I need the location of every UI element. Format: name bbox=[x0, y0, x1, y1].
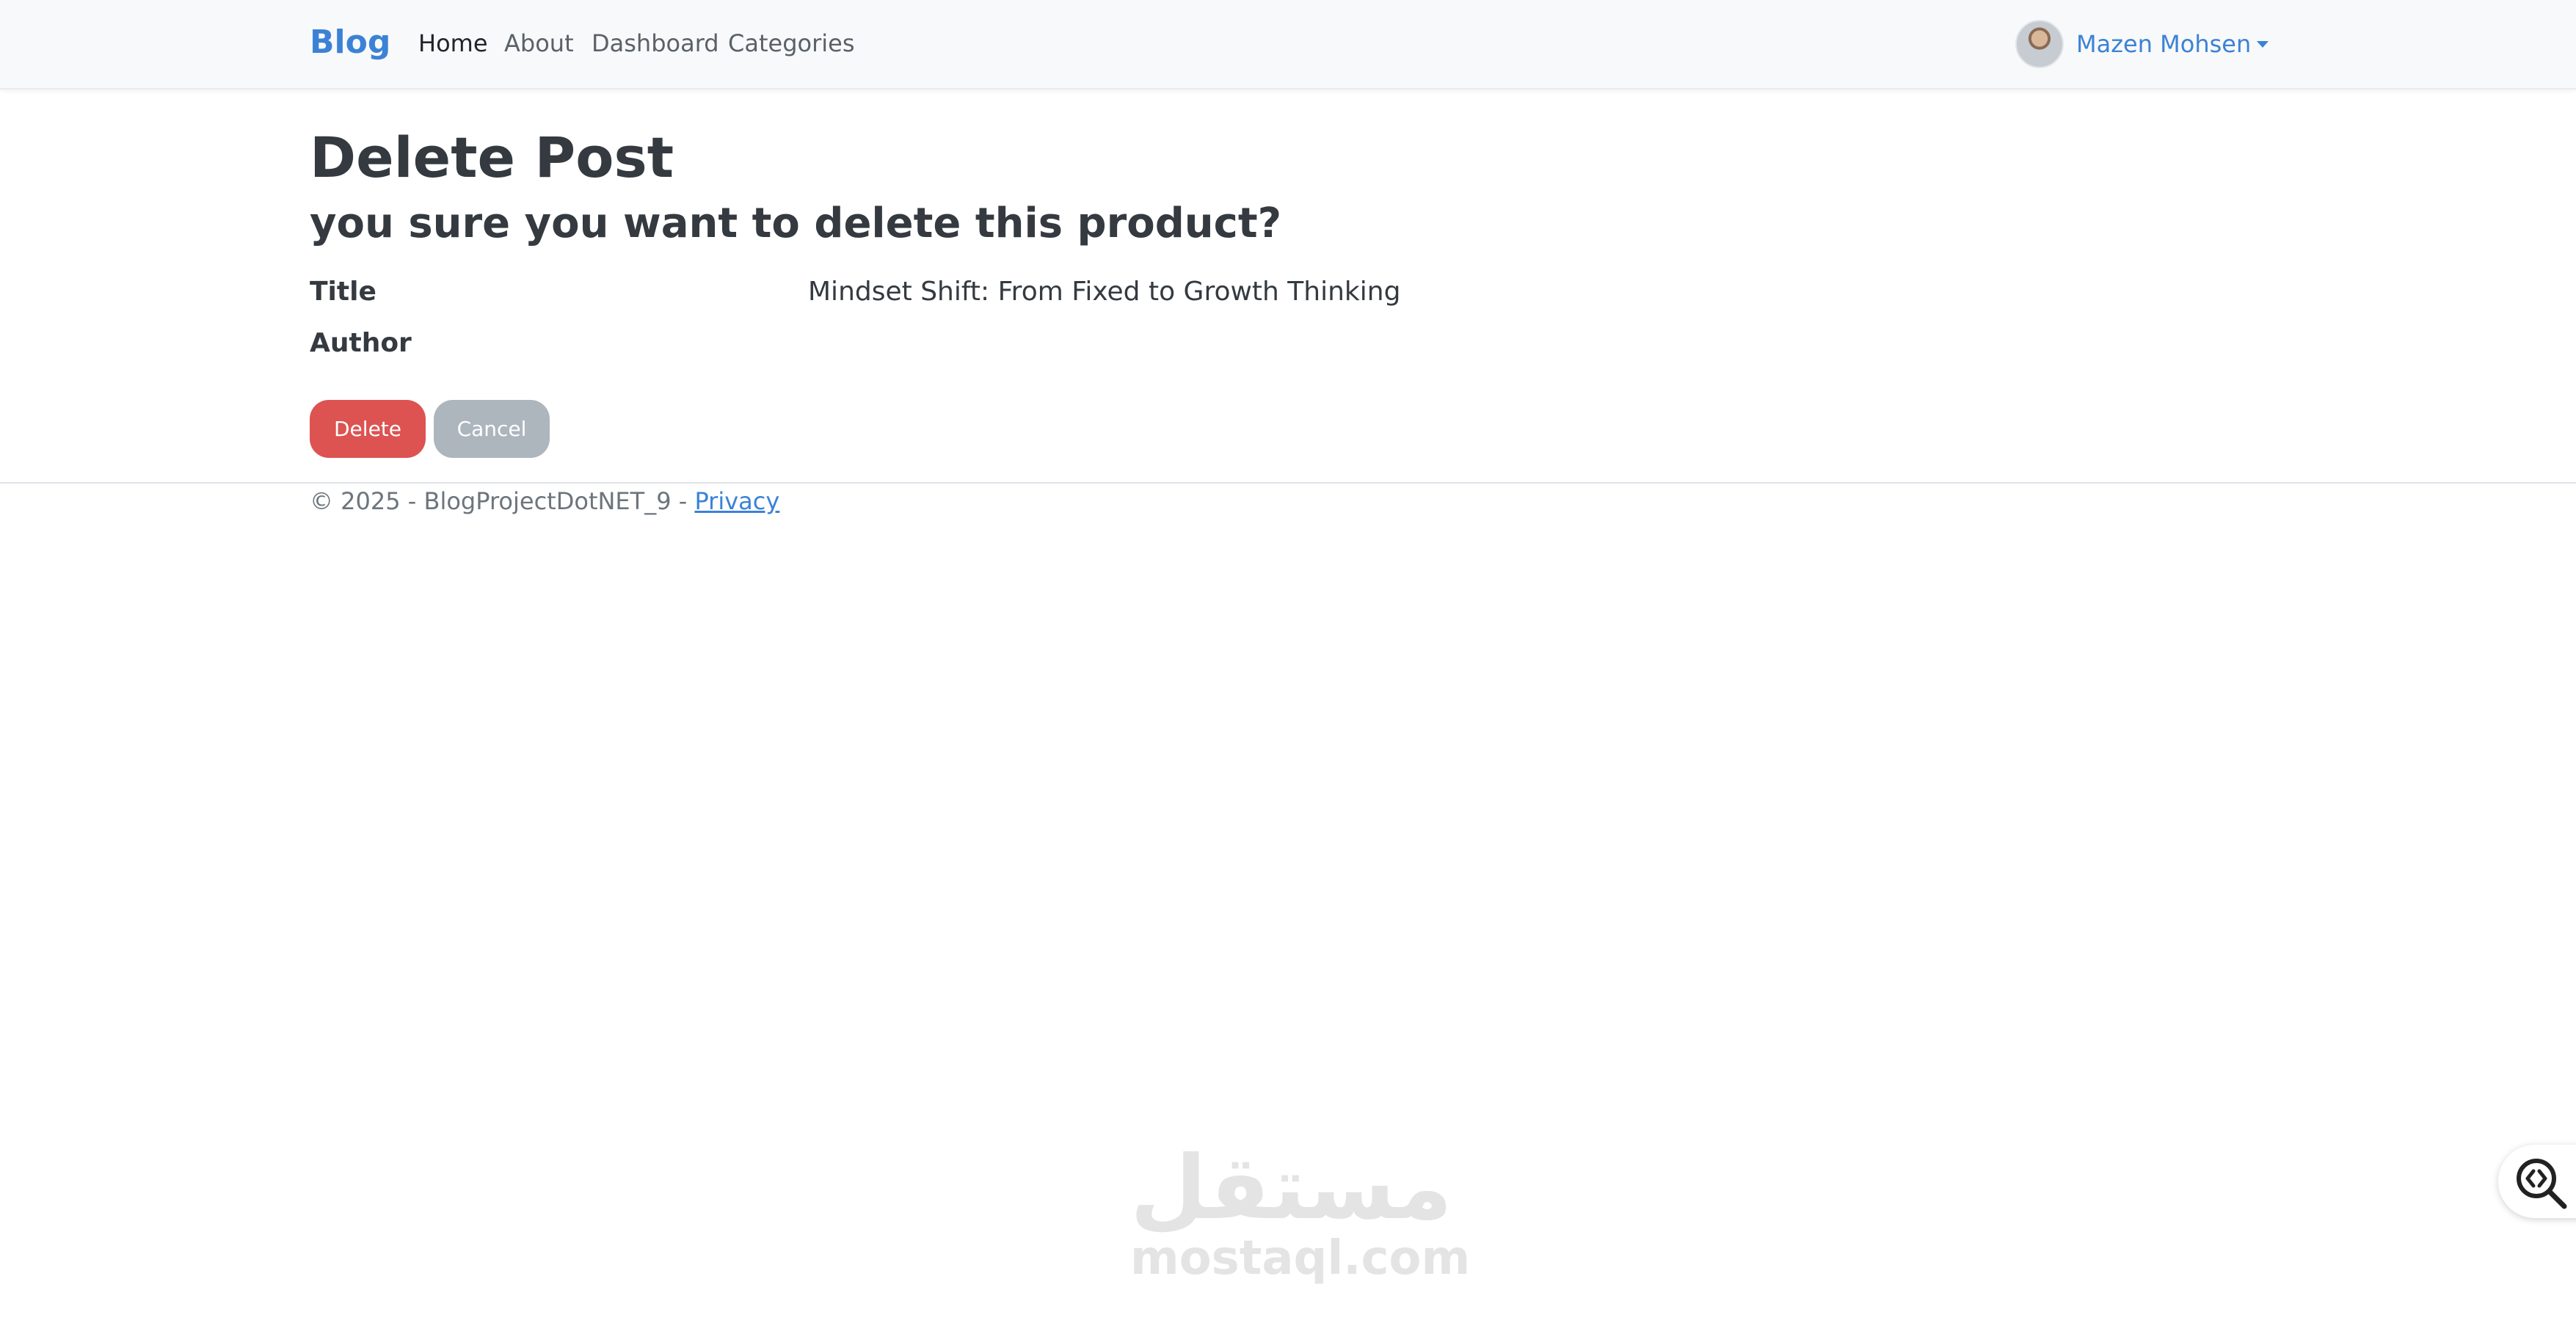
confirmation-question: you sure you want to delete this product… bbox=[310, 200, 1282, 247]
watermark-arabic: مستقل bbox=[1130, 1137, 1452, 1239]
code-search-icon bbox=[2517, 1159, 2567, 1209]
caret-down-icon bbox=[2257, 40, 2269, 48]
top-navbar: Blog Home About Dashboard Categories Maz… bbox=[0, 0, 2576, 90]
author-label: Author bbox=[310, 328, 412, 358]
nav-link-home[interactable]: Home bbox=[418, 29, 488, 57]
watermark: مستقل mostaql.com bbox=[1130, 1137, 1471, 1286]
delete-button[interactable]: Delete bbox=[310, 400, 426, 458]
avatar bbox=[2015, 20, 2064, 68]
footer-divider bbox=[0, 482, 2576, 484]
user-menu-dropdown[interactable]: Mazen Mohsen bbox=[2015, 18, 2269, 70]
cancel-button[interactable]: Cancel bbox=[434, 400, 550, 458]
nav-link-about[interactable]: About bbox=[504, 29, 574, 57]
nav-link-categories[interactable]: Categories bbox=[728, 29, 854, 57]
title-label: Title bbox=[310, 277, 376, 307]
nav-link-dashboard[interactable]: Dashboard bbox=[592, 29, 719, 57]
side-widget-button[interactable] bbox=[2498, 1145, 2576, 1218]
brand-logo-link[interactable]: Blog bbox=[310, 23, 390, 61]
page-title: Delete Post bbox=[310, 125, 674, 190]
watermark-latin: mostaql.com bbox=[1130, 1231, 1471, 1286]
user-name: Mazen Mohsen bbox=[2076, 30, 2252, 58]
footer-copyright: © 2025 - BlogProjectDotNET_9 - bbox=[310, 487, 695, 515]
footer: © 2025 - BlogProjectDotNET_9 - Privacy bbox=[310, 487, 779, 515]
title-value: Mindset Shift: From Fixed to Growth Thin… bbox=[808, 277, 1401, 307]
privacy-link[interactable]: Privacy bbox=[694, 487, 779, 515]
